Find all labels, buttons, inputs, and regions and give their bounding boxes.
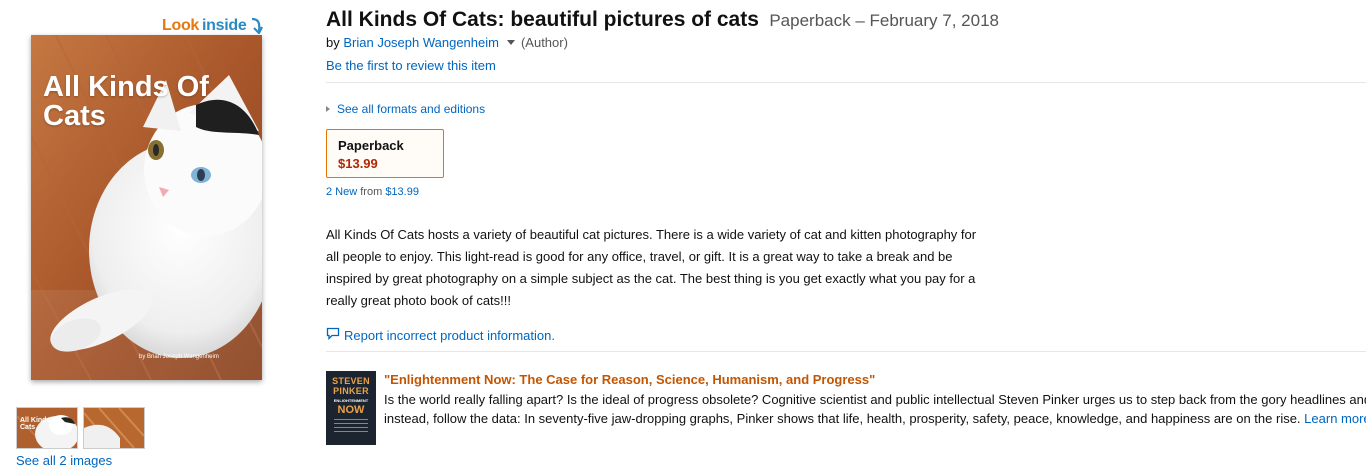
report-incorrect-info[interactable]: Report incorrect product information. bbox=[326, 327, 555, 343]
format-option-paperback[interactable]: Paperback $13.99 bbox=[326, 129, 444, 178]
look-inside-word-inside: inside bbox=[202, 17, 247, 34]
product-description: All Kinds Of Cats hosts a variety of bea… bbox=[326, 227, 977, 308]
divider bbox=[326, 82, 1366, 83]
ad-text-line-1: Is the world really falling apart? Is th… bbox=[384, 392, 1366, 407]
by-prefix: by bbox=[326, 35, 340, 50]
see-all-formats-link[interactable]: See all formats and editions bbox=[337, 102, 485, 116]
ad-cover-title-bottom: NOW bbox=[337, 404, 365, 416]
caret-down-icon[interactable] bbox=[506, 40, 515, 45]
ad-cover-subtitle-lines bbox=[334, 419, 368, 435]
see-all-images-link[interactable]: See all 2 images bbox=[16, 453, 112, 468]
ad-text-line-2: instead, follow the data: In seventy-fiv… bbox=[384, 409, 1366, 428]
triangle-right-icon bbox=[326, 106, 330, 112]
ad-book-cover[interactable]: STEVEN PINKER ENLIGHTENMENT NOW bbox=[326, 371, 376, 445]
product-title-line: All Kinds Of Cats: beautiful pictures of… bbox=[326, 8, 999, 32]
new-offers: 2 New from $13.99 bbox=[326, 186, 419, 198]
first-review-link[interactable]: Be the first to review this item bbox=[326, 58, 496, 73]
divider bbox=[326, 351, 1366, 352]
see-all-formats-toggle[interactable]: See all formats and editions bbox=[326, 102, 485, 116]
format-price: $13.99 bbox=[338, 156, 378, 171]
image-thumbnail-1[interactable]: All Kinds Of Cats bbox=[16, 407, 78, 449]
ad-cover-author-last: PINKER bbox=[333, 386, 369, 396]
book-cover-image[interactable]: All Kinds Of Cats by Brian Joseph Wangen… bbox=[31, 35, 262, 380]
image-thumbnail-2[interactable] bbox=[83, 407, 145, 449]
byline: by Brian Joseph Wangenheim (Author) bbox=[326, 35, 568, 50]
look-inside-button[interactable]: Look inside bbox=[162, 15, 264, 37]
format-name: Paperback bbox=[338, 138, 404, 153]
author-role: (Author) bbox=[520, 35, 568, 50]
author-link[interactable]: Brian Joseph Wangenheim bbox=[343, 35, 499, 50]
look-inside-word-look: Look bbox=[162, 17, 200, 34]
curved-arrow-down-icon bbox=[249, 18, 264, 34]
binding-and-date: Paperback – February 7, 2018 bbox=[769, 11, 999, 30]
ad-learn-more-link[interactable]: Learn more bbox=[1304, 411, 1366, 426]
thumbnail-title-text: All Kinds Of Cats bbox=[20, 417, 61, 431]
ad-cover-title-top: ENLIGHTENMENT bbox=[333, 398, 369, 403]
speech-bubble-icon bbox=[326, 327, 340, 343]
new-offers-link[interactable]: 2 New bbox=[326, 186, 357, 198]
cover-title-text: All Kinds Of Cats bbox=[43, 71, 209, 132]
ad-text-line-2-body: instead, follow the data: In seventy-fiv… bbox=[384, 411, 1301, 426]
report-incorrect-info-link[interactable]: Report incorrect product information. bbox=[344, 328, 555, 343]
product-title: All Kinds Of Cats: beautiful pictures of… bbox=[326, 8, 759, 31]
cover-author-text: by Brian Joseph Wangenheim bbox=[139, 354, 219, 360]
ad-description: Is the world really falling apart? Is th… bbox=[384, 390, 1366, 428]
from-label: from bbox=[360, 186, 383, 198]
ad-cover-author-first: STEVEN bbox=[332, 376, 370, 386]
ad-title-link[interactable]: "Enlightenment Now: The Case for Reason,… bbox=[384, 372, 875, 387]
new-offers-price[interactable]: $13.99 bbox=[385, 186, 419, 198]
